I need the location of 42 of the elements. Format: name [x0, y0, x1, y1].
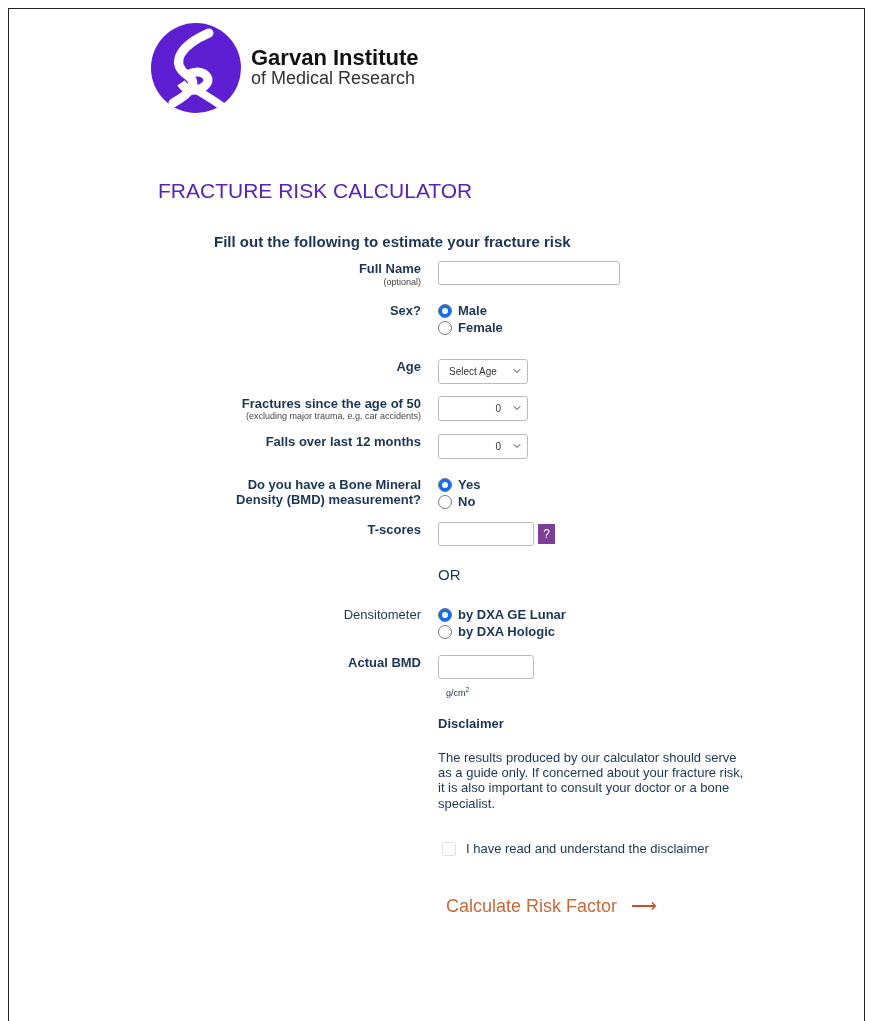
disclaimer-text: The results produced by our calculator should serve as a guide only. If concerned about your fracture risk, it is also important to consult your doctor or a bone specialist.	[438, 749, 745, 812]
radio-button[interactable]	[438, 495, 452, 509]
logo-icon	[151, 23, 241, 113]
field-label: Full Name	[358, 261, 421, 277]
field-note: (optional)	[383, 276, 421, 287]
field-label: T-scores	[367, 522, 421, 539]
unit-label: g/cm$^{2}$	[446, 686, 471, 700]
option-label: No	[458, 493, 476, 511]
logo-subtitle: of Medical Research	[251, 69, 417, 89]
option-label: Male	[458, 302, 487, 320]
input-field[interactable]	[438, 261, 620, 285]
dropdown[interactable]: 0	[438, 395, 528, 421]
field-label: Sex?	[389, 302, 421, 319]
logo-title: Garvan Institute	[251, 47, 419, 70]
disclaimer-heading: Disclaimer	[438, 715, 505, 734]
field-label: Densitometer	[343, 606, 421, 623]
input-field[interactable]	[438, 522, 534, 547]
field-label: Falls over last 12 months	[265, 433, 421, 450]
dropdown[interactable]: 0	[438, 433, 528, 459]
field-label: Age	[396, 358, 421, 375]
radio-button[interactable]	[438, 625, 452, 640]
form-heading: Fill out the following to estimate your fracture risk	[214, 231, 572, 252]
option-label: Female	[458, 319, 503, 337]
page-title: FRACTURE RISK CALCULATOR	[158, 178, 474, 204]
calculate-button[interactable]: Calculate Risk Factor ⟶	[446, 892, 658, 920]
field-label: Do you have a Bone Mineral Density (BMD) measurement?	[235, 476, 421, 508]
checkbox[interactable]	[442, 841, 456, 856]
help-button[interactable]: ?	[538, 524, 555, 545]
radio-button[interactable]	[438, 304, 452, 319]
dropdown[interactable]: Select Age	[438, 358, 528, 384]
radio-button[interactable]	[438, 321, 452, 336]
field-note: (excluding major trauma, e.g. car accidents)	[245, 411, 421, 422]
field-label: Actual BMD	[348, 654, 421, 671]
checkbox-label: I have read and understand the disclaimer	[466, 840, 709, 859]
option-label: by DXA GE Lunar	[458, 606, 566, 624]
field-label: Fractures since the age of 50	[241, 395, 421, 412]
input-field[interactable]	[438, 654, 534, 679]
option-label: by DXA Hologic	[458, 623, 556, 641]
option-label: Yes	[458, 476, 481, 494]
radio-button[interactable]	[438, 478, 452, 493]
radio-button[interactable]	[438, 608, 452, 623]
separator-text: OR	[438, 565, 462, 586]
